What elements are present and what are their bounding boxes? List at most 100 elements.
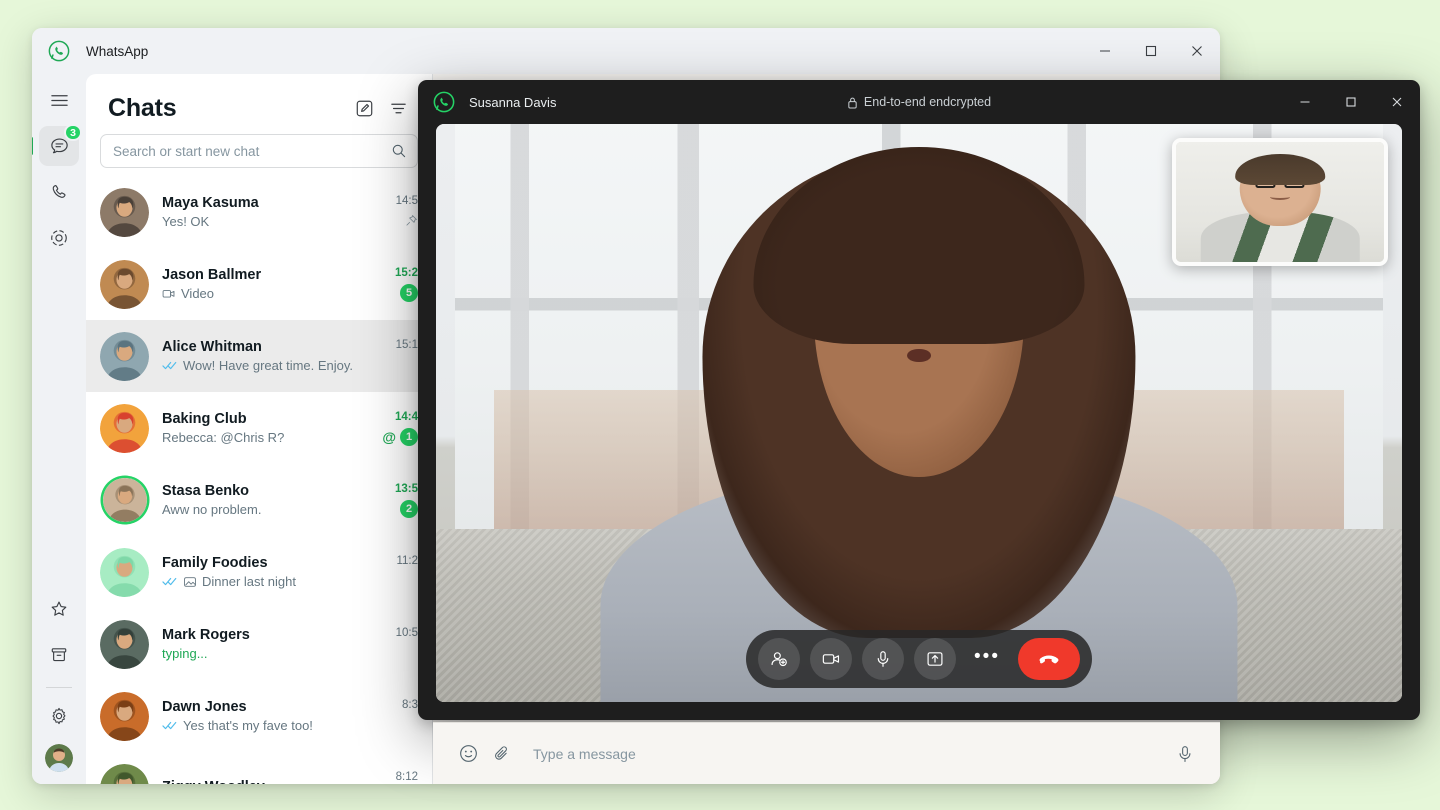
chat-timestamp: 8:12 [395, 770, 418, 783]
message-input[interactable] [533, 745, 1168, 762]
microphone-icon[interactable] [862, 638, 904, 680]
chat-timestamp: 14:5 [395, 194, 418, 207]
lock-icon [847, 96, 858, 109]
chat-preview-text: Yes that's my fave too! [162, 718, 372, 733]
preview-label: Yes! OK [162, 214, 210, 229]
remote-person [600, 124, 1238, 702]
video-icon [162, 287, 176, 301]
encryption-label: End-to-end endcrypted [863, 95, 992, 109]
chat-avatar [100, 619, 149, 669]
sidebar-item-settings[interactable] [39, 696, 79, 736]
read-receipt-icon [162, 576, 178, 587]
chat-list-item[interactable]: Ziggy Woodley 8:12 [86, 752, 432, 784]
chat-timestamp: 15:2 [394, 266, 418, 279]
chat-item-body: Ziggy Woodley [162, 779, 372, 785]
chat-avatar [100, 763, 149, 784]
call-minimize-button[interactable] [1282, 80, 1328, 124]
chat-meta-row: @1 [382, 427, 418, 446]
hangup-icon [1037, 647, 1061, 671]
close-button[interactable] [1174, 28, 1220, 74]
chat-list-item[interactable]: Stasa Benko Aww no problem. 13:5 2 [86, 464, 432, 536]
chat-item-body: Family Foodies Dinner last night [162, 555, 372, 589]
mention-icon: @ [382, 428, 396, 445]
chat-list-item[interactable]: Dawn Jones Yes that's my fave too! 8:3 [86, 680, 432, 752]
chat-list-item[interactable]: Family Foodies Dinner last night 11:2 [86, 536, 432, 608]
sidebar-item-chats[interactable]: 3 [32, 124, 82, 166]
chat-meta-row: 5 [400, 283, 418, 302]
chat-item-meta: 15:1 [372, 339, 418, 374]
filter-chats-button[interactable] [382, 92, 414, 124]
read-receipt-icon [162, 720, 178, 731]
chat-list-header: Chats [86, 74, 432, 134]
chat-item-meta: 10:5 [372, 627, 418, 662]
search-box[interactable] [100, 134, 418, 168]
chat-item-meta: 11:2 [372, 555, 418, 590]
sidebar-item-status[interactable] [39, 218, 79, 258]
chat-timestamp: 11:2 [396, 554, 418, 567]
app-title: WhatsApp [86, 43, 149, 59]
chat-item-meta: 15:2 5 [372, 267, 418, 302]
sidebar-item-starred[interactable] [39, 589, 79, 629]
chat-item-meta: 8:3 [372, 699, 418, 734]
navigation-rail: 3 [32, 74, 86, 784]
chat-item-meta: 14:4 @1 [372, 411, 418, 446]
chat-item-body: Maya Kasuma Yes! OK [162, 195, 372, 229]
unread-count-badge: 2 [400, 499, 418, 518]
chat-contact-name: Stasa Benko [162, 483, 250, 499]
new-chat-button[interactable] [348, 92, 380, 124]
more-dots-icon[interactable]: ••• [966, 638, 1008, 680]
microphone-icon[interactable] [1168, 737, 1202, 771]
sidebar-item-calls[interactable] [39, 172, 79, 212]
chat-avatar [100, 403, 149, 453]
minimize-button[interactable] [1082, 28, 1128, 74]
video-camera-icon[interactable] [810, 638, 852, 680]
menu-button[interactable] [39, 80, 79, 120]
chat-item-meta: 13:5 2 [372, 483, 418, 518]
search-input[interactable] [113, 143, 391, 159]
chat-timestamp: 8:3 [402, 698, 418, 711]
emoji-icon[interactable] [451, 737, 485, 771]
photo-icon [183, 575, 197, 589]
chat-list-item[interactable]: Jason Ballmer Video 15:2 5 [86, 248, 432, 320]
chat-list-item[interactable]: Maya Kasuma Yes! OK 14:5 [86, 176, 432, 248]
preview-label: Video [181, 286, 215, 301]
chat-contact-name: Dawn Jones [162, 699, 247, 715]
preview-label: typing... [162, 646, 208, 661]
share-screen-icon[interactable] [914, 638, 956, 680]
chat-item-body: Mark Rogers typing... [162, 627, 372, 661]
whatsapp-call-logo-icon [432, 90, 456, 114]
chat-contact-name: Jason Ballmer [162, 267, 262, 283]
chat-preview-text: typing... [162, 646, 372, 661]
main-titlebar: WhatsApp [32, 28, 1220, 74]
chat-meta-row: 2 [400, 499, 418, 518]
preview-label: Yes that's my fave too! [183, 718, 313, 733]
unread-count-badge: 1 [400, 427, 418, 446]
call-maximize-button[interactable] [1328, 80, 1374, 124]
end-call-button[interactable] [1018, 638, 1080, 680]
message-composer [433, 722, 1220, 784]
chat-list-pane: Chats Search or start new chat Maya Kasu… [86, 74, 432, 784]
sidebar-item-archived[interactable] [39, 635, 79, 675]
paperclip-icon[interactable] [485, 737, 519, 771]
chat-avatar [100, 547, 149, 597]
chat-list-item[interactable]: Mark Rogers typing... 10:5 [86, 608, 432, 680]
profile-avatar[interactable] [45, 744, 73, 772]
page-title: Chats [108, 93, 177, 122]
maximize-button[interactable] [1128, 28, 1174, 74]
call-close-button[interactable] [1374, 80, 1420, 124]
chat-list-item[interactable]: Baking Club Rebecca: @Chris R? 14:4 @1 [86, 392, 432, 464]
chat-contact-name: Mark Rogers [162, 627, 250, 643]
chat-timestamp: 13:5 [394, 482, 418, 495]
whatsapp-logo-icon [46, 38, 72, 64]
encryption-status: End-to-end endcrypted [418, 95, 1420, 109]
chat-list-item[interactable]: Alice Whitman Wow! Have great time. Enjoy… [86, 320, 432, 392]
chat-avatar [102, 478, 147, 522]
chat-preview-text: Rebecca: @Chris R? [162, 430, 372, 445]
unread-count-badge: 5 [400, 283, 418, 302]
chat-timestamp: 14:4 [394, 410, 418, 423]
chat-preview-text: Yes! OK [162, 214, 372, 229]
self-view-thumbnail[interactable] [1172, 138, 1388, 266]
chat-contact-name: Family Foodies [162, 555, 268, 571]
chat-list[interactable]: Maya Kasuma Yes! OK 14:5 Jason Ballmer Vide… [86, 176, 432, 784]
add-person-icon[interactable] [758, 638, 800, 680]
